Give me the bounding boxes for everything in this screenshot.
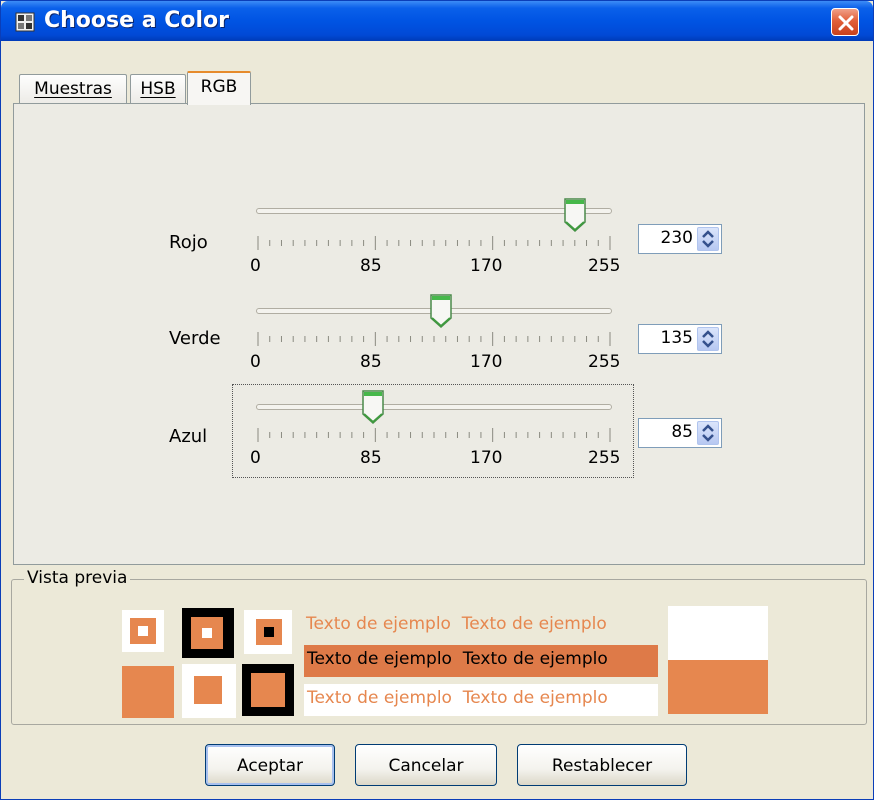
blue-label: Azul	[169, 426, 208, 447]
red-slider-thumb[interactable]	[564, 198, 586, 232]
preview-swatch	[182, 664, 236, 718]
red-spinner-arrows[interactable]	[697, 227, 719, 251]
tab-hsb[interactable]: HSB	[130, 74, 186, 104]
color-chooser-icon	[15, 12, 35, 32]
tick-label: 170	[470, 448, 503, 468]
preview-swatch	[182, 608, 234, 658]
cancel-button[interactable]: Cancelar	[355, 744, 497, 786]
swatch-color	[191, 617, 223, 649]
green-spinner-arrows[interactable]	[697, 327, 719, 351]
red-spinner[interactable]: 230	[638, 224, 722, 254]
close-button[interactable]	[831, 8, 859, 36]
tab-muestras[interactable]: Muestras	[19, 74, 127, 104]
sample-text: Texto de ejemplo	[461, 614, 607, 634]
blue-slider-track[interactable]	[256, 404, 612, 410]
tick-label: 0	[250, 448, 261, 468]
sample-text-on-color: Texto de ejemplo Texto de ejemplo	[304, 645, 658, 677]
preview-swatch	[122, 666, 174, 718]
title-bar[interactable]: Choose a Color	[1, 1, 873, 41]
window-title: Choose a Color	[44, 8, 229, 33]
tick-label: 255	[588, 352, 621, 372]
tab-label: HSB	[140, 79, 176, 99]
green-value[interactable]: 135	[661, 328, 693, 348]
tick-label: 170	[470, 256, 503, 276]
sample-text: Texto de ejemplo	[462, 649, 608, 669]
green-label: Verde	[169, 328, 221, 349]
swatch-color	[194, 676, 222, 704]
accept-button[interactable]: Aceptar	[205, 744, 335, 786]
tick-label: 85	[360, 256, 382, 276]
sample-text-on-white: Texto de ejemplo Texto de ejemplo	[304, 684, 658, 716]
green-tick-marks	[257, 332, 611, 346]
preview-panel: Vista previa Texto de ejemplo Texto de e…	[11, 568, 867, 725]
sample-text: Texto de ejemplo	[462, 688, 608, 708]
preview-swatch-color	[668, 660, 768, 714]
red-row: Rojo 0 85 170 255 230	[14, 198, 866, 290]
close-icon	[838, 15, 854, 31]
green-spinner[interactable]: 135	[638, 324, 722, 354]
blue-spinner[interactable]: 85	[638, 418, 722, 448]
tick-label: 0	[250, 256, 261, 276]
blue-spinner-arrows[interactable]	[697, 421, 719, 445]
preview-swatch-white	[668, 606, 768, 660]
rgb-panel: Rojo 0 85 170 255 230 Verde 0 85 170 255…	[13, 103, 865, 565]
reset-button[interactable]: Restablecer	[517, 744, 687, 786]
blue-slider-thumb[interactable]	[362, 390, 384, 424]
swatch-inner	[264, 627, 274, 637]
blue-tick-marks	[257, 428, 611, 442]
green-slider-thumb[interactable]	[430, 294, 452, 328]
tick-label: 255	[588, 448, 621, 468]
blue-row: Azul 0 85 170 255 85	[14, 388, 866, 480]
tick-label: 0	[250, 352, 261, 372]
swatch-inner	[202, 628, 212, 638]
spinner-arrows-icon	[702, 424, 714, 442]
sample-text-light: Texto de ejemplo Texto de ejemplo	[306, 610, 607, 638]
preview-swatch	[242, 664, 294, 716]
spinner-arrows-icon	[702, 230, 714, 248]
red-label: Rojo	[169, 232, 208, 253]
tab-label: RGB	[200, 77, 238, 97]
tick-label: 255	[588, 256, 621, 276]
blue-value[interactable]: 85	[671, 422, 693, 442]
preview-legend: Vista previa	[24, 568, 131, 588]
swatch-color	[256, 619, 282, 645]
sample-text: Texto de ejemplo	[306, 614, 451, 634]
preview-swatch	[244, 610, 292, 654]
tab-label: Muestras	[34, 79, 112, 99]
tick-label: 85	[360, 352, 382, 372]
spinner-arrows-icon	[702, 330, 714, 348]
red-tick-marks	[257, 236, 611, 250]
color-chooser-dialog: Choose a Color Muestras HSB RGB Rojo 0 8…	[0, 0, 874, 800]
swatch-color	[251, 673, 285, 707]
tick-label: 85	[360, 448, 382, 468]
swatch-inner	[138, 626, 148, 636]
red-value[interactable]: 230	[661, 228, 693, 248]
sample-text: Texto de ejemplo	[307, 688, 452, 708]
sample-text: Texto de ejemplo	[307, 649, 452, 669]
tab-rgb[interactable]: RGB	[187, 71, 251, 105]
tick-label: 170	[470, 352, 503, 372]
swatch-color	[130, 618, 156, 644]
red-slider-track[interactable]	[256, 208, 612, 214]
preview-swatch	[122, 610, 164, 652]
green-row: Verde 0 85 170 255 135	[14, 292, 866, 384]
